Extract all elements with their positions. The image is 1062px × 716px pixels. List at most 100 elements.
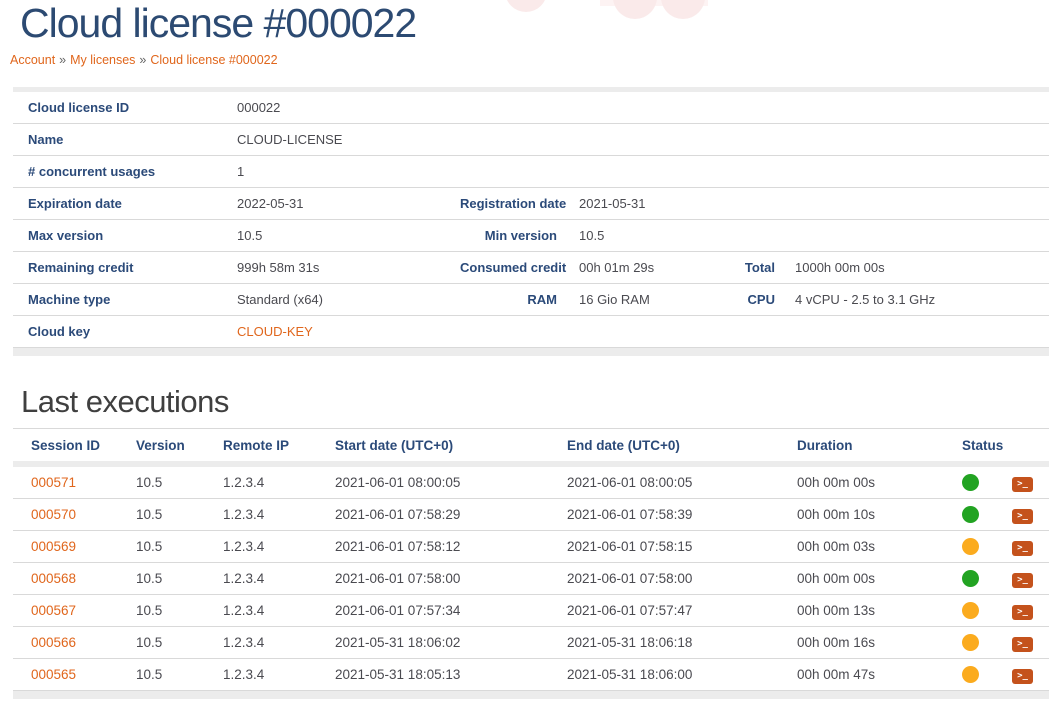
detail-row-cloud-key: Cloud key CLOUD-KEY [13,316,1049,348]
execution-row: 000566 10.5 1.2.3.4 2021-05-31 18:06:02 … [13,627,1049,659]
session-id-link[interactable]: 000567 [31,603,76,618]
column-header-status: Status [944,438,1012,453]
details-bottom-bar [13,348,1049,356]
detail-label: Name [13,132,237,147]
start-date-cell: 2021-05-31 18:06:02 [317,635,549,650]
status-dot-icon [962,474,979,491]
end-date-cell: 2021-05-31 18:06:00 [549,667,779,682]
duration-cell: 00h 00m 00s [779,571,944,586]
detail-value: 000022 [237,100,460,115]
duration-cell: 00h 00m 03s [779,539,944,554]
detail-row-cloud-license-id: Cloud license ID 000022 [13,92,1049,124]
column-header-start-date: Start date (UTC+0) [317,438,549,453]
session-id-link[interactable]: 000565 [31,667,76,682]
detail-label: CPU [693,292,775,307]
duration-cell: 00h 00m 10s [779,507,944,522]
session-id-link[interactable]: 000571 [31,475,76,490]
breadcrumb-link-my-licenses[interactable]: My licenses [70,53,135,67]
duration-cell: 00h 00m 00s [779,475,944,490]
remote-ip-cell: 1.2.3.4 [205,571,317,586]
start-date-cell: 2021-06-01 07:58:00 [317,571,549,586]
breadcrumb-link-cloud-license[interactable]: Cloud license #000022 [150,53,277,67]
status-dot-icon [962,570,979,587]
column-header-duration: Duration [779,438,944,453]
execution-row: 000567 10.5 1.2.3.4 2021-06-01 07:57:34 … [13,595,1049,627]
duration-cell: 00h 00m 16s [779,635,944,650]
end-date-cell: 2021-06-01 08:00:05 [549,475,779,490]
detail-row-versions: Max version 10.5 Min version 10.5 [13,220,1049,252]
detail-value: 16 Gio RAM [557,292,693,307]
execution-row: 000565 10.5 1.2.3.4 2021-05-31 18:05:13 … [13,659,1049,691]
detail-value: 10.5 [237,228,460,243]
terminal-icon[interactable]: >_ [1012,509,1033,524]
executions-bottom-bar [13,691,1049,699]
version-cell: 10.5 [118,539,205,554]
session-id-link[interactable]: 000570 [31,507,76,522]
remote-ip-cell: 1.2.3.4 [205,667,317,682]
cloud-key-link[interactable]: CLOUD-KEY [237,324,313,339]
start-date-cell: 2021-05-31 18:05:13 [317,667,549,682]
end-date-cell: 2021-06-01 07:58:00 [549,571,779,586]
detail-row-dates: Expiration date 2022-05-31 Registration … [13,188,1049,220]
duration-cell: 00h 00m 13s [779,603,944,618]
terminal-icon[interactable]: >_ [1012,605,1033,620]
detail-row-name: Name CLOUD-LICENSE [13,124,1049,156]
status-dot-icon [962,602,979,619]
execution-row: 000568 10.5 1.2.3.4 2021-06-01 07:58:00 … [13,563,1049,595]
detail-value: 2022-05-31 [237,196,460,211]
executions-header-row: Session ID Version Remote IP Start date … [13,428,1049,461]
executions-heading: Last executions [21,384,1062,420]
breadcrumb-separator: » [59,53,66,67]
duration-cell: 00h 00m 47s [779,667,944,682]
session-id-link[interactable]: 000566 [31,635,76,650]
detail-label: RAM [460,292,557,307]
status-dot-icon [962,506,979,523]
breadcrumb-separator: » [139,53,146,67]
end-date-cell: 2021-06-01 07:58:15 [549,539,779,554]
remote-ip-cell: 1.2.3.4 [205,635,317,650]
start-date-cell: 2021-06-01 08:00:05 [317,475,549,490]
end-date-cell: 2021-06-01 07:57:47 [549,603,779,618]
detail-label: Consumed credit [460,260,557,275]
detail-label: Min version [460,228,557,243]
execution-row: 000570 10.5 1.2.3.4 2021-06-01 07:58:29 … [13,499,1049,531]
breadcrumb-link-account[interactable]: Account [10,53,55,67]
terminal-icon[interactable]: >_ [1012,477,1033,492]
detail-row-concurrent-usages: # concurrent usages 1 [13,156,1049,188]
remote-ip-cell: 1.2.3.4 [205,539,317,554]
remote-ip-cell: 1.2.3.4 [205,507,317,522]
detail-value: 10.5 [557,228,693,243]
version-cell: 10.5 [118,571,205,586]
execution-row: 000569 10.5 1.2.3.4 2021-06-01 07:58:12 … [13,531,1049,563]
version-cell: 10.5 [118,635,205,650]
detail-label: Expiration date [13,196,237,211]
end-date-cell: 2021-05-31 18:06:18 [549,635,779,650]
session-id-link[interactable]: 000569 [31,539,76,554]
detail-value: 2021-05-31 [557,196,693,211]
start-date-cell: 2021-06-01 07:58:29 [317,507,549,522]
detail-label: Total [693,260,775,275]
terminal-icon[interactable]: >_ [1012,573,1033,588]
session-id-link[interactable]: 000568 [31,571,76,586]
version-cell: 10.5 [118,507,205,522]
detail-value: Standard (x64) [237,292,460,307]
column-header-remote-ip: Remote IP [205,438,317,453]
detail-value: 1 [237,164,460,179]
execution-row: 000571 10.5 1.2.3.4 2021-06-01 08:00:05 … [13,467,1049,499]
detail-label: # concurrent usages [13,164,237,179]
detail-label: Cloud key [13,324,237,339]
terminal-icon[interactable]: >_ [1012,541,1033,556]
column-header-end-date: End date (UTC+0) [549,438,779,453]
detail-label: Cloud license ID [13,100,237,115]
column-header-session-id: Session ID [13,438,118,453]
detail-value: 4 vCPU - 2.5 to 3.1 GHz [775,292,1049,307]
version-cell: 10.5 [118,475,205,490]
terminal-icon[interactable]: >_ [1012,637,1033,652]
status-dot-icon [962,538,979,555]
terminal-icon[interactable]: >_ [1012,669,1033,684]
page-title: Cloud license #000022 [0,0,1062,45]
status-dot-icon [962,634,979,651]
detail-value: 999h 58m 31s [237,260,460,275]
executions-table: Session ID Version Remote IP Start date … [13,428,1049,699]
detail-value: CLOUD-LICENSE [237,132,460,147]
